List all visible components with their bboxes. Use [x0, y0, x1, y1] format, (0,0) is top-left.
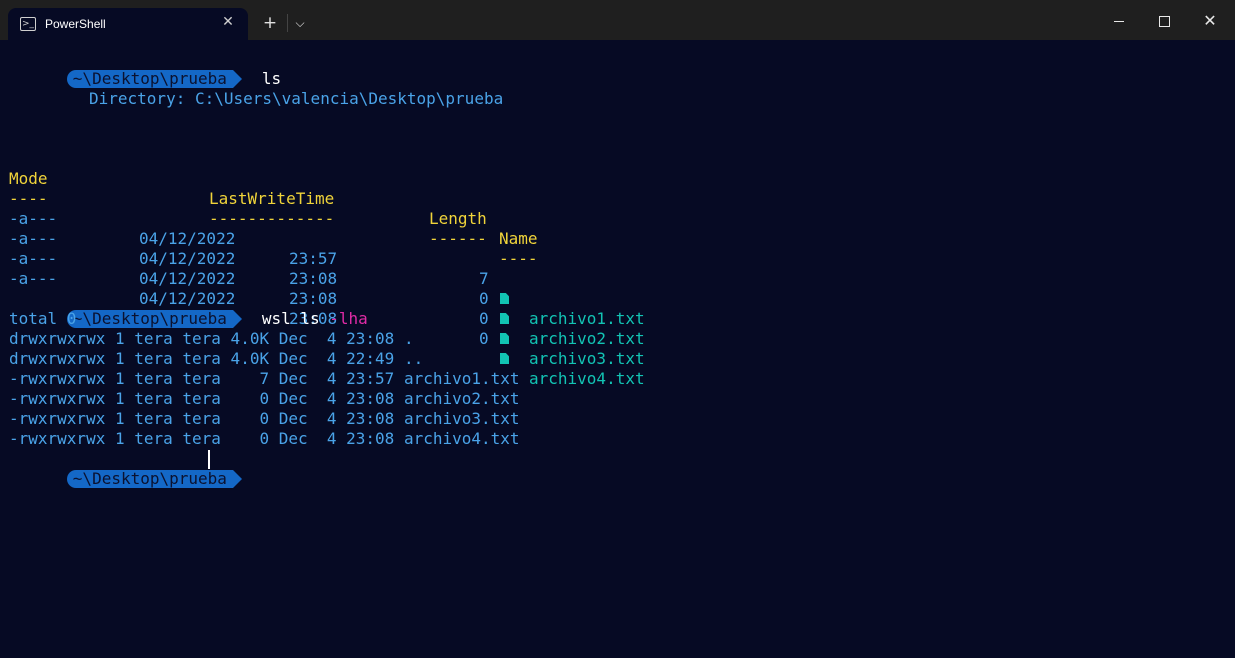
maximize-icon	[1158, 16, 1170, 27]
file-name: archivo3.txt	[529, 349, 645, 368]
terminal-area[interactable]: ~\Desktop\prueba ls Directory: C:\Users\…	[0, 40, 1235, 658]
table-header-underline: ---- ------------- ------ ----	[9, 169, 538, 268]
file-length: 7	[479, 269, 489, 288]
prompt-segment: ~\Desktop\prueba	[66, 310, 243, 328]
file-icon	[500, 289, 509, 309]
file-time: 23:57	[289, 249, 338, 268]
header-length: Length	[429, 209, 487, 228]
file-name: archivo4.txt	[529, 369, 645, 388]
output-line: -rwxrwxrwx 1 tera tera 7 Dec 4 23:57 arc…	[9, 369, 520, 388]
command-flag: -lha	[329, 309, 368, 328]
chevron-down-icon[interactable]: ⌵	[291, 12, 309, 34]
underline-lastwritetime: -------------	[209, 209, 335, 228]
minimize-icon	[1114, 21, 1124, 22]
prompt-line-1: ~\Desktop\prueba ls	[9, 49, 281, 88]
powershell-icon: >_	[20, 17, 36, 31]
new-tab-button[interactable]: +	[259, 12, 281, 34]
directory-line: Directory: C:\Users\valencia\Desktop\pru…	[89, 89, 504, 108]
file-name: archivo1.txt	[529, 309, 645, 328]
header-lastwritetime: LastWriteTime	[209, 189, 335, 208]
file-icon	[500, 309, 509, 329]
file-length: 0	[479, 329, 489, 348]
terminal-window: >_ PowerShell ✕ + ⌵ ✕ ~\Desktop\prueba l…	[0, 0, 1235, 658]
text-cursor	[208, 450, 210, 469]
table-row: -a--- 04/12/2022 23:57 7 archivo1.txt	[9, 189, 645, 328]
file-icon	[500, 329, 509, 349]
file-name: archivo2.txt	[529, 329, 645, 348]
output-line: total 0	[9, 309, 77, 328]
tab-close-icon[interactable]: ✕	[220, 14, 236, 30]
output-line: -rwxrwxrwx 1 tera tera 0 Dec 4 23:08 arc…	[9, 429, 520, 448]
table-row: -a--- 04/12/2022 23:08 0 archivo3.txt	[9, 229, 645, 368]
tab-separator	[287, 14, 288, 32]
table-header: Mode LastWriteTime Length Name	[9, 149, 538, 248]
output-line: drwxrwxrwx 1 tera tera 4.0K Dec 4 23:08 …	[9, 329, 414, 348]
file-date: 04/12/2022	[139, 269, 236, 288]
prompt-segment: ~\Desktop\prueba	[66, 70, 243, 88]
file-mode: -a---	[9, 269, 58, 288]
table-row: -a--- 04/12/2022 23:08 0 archivo4.txt	[9, 249, 645, 388]
file-time: 23:08	[289, 269, 338, 288]
file-icon	[500, 349, 509, 369]
tab-title: PowerShell	[45, 17, 106, 31]
file-date: 04/12/2022	[139, 249, 236, 268]
prompt-line-3: ~\Desktop\prueba	[9, 449, 243, 488]
prompt-segment: ~\Desktop\prueba	[66, 470, 243, 488]
output-line: -rwxrwxrwx 1 tera tera 0 Dec 4 23:08 arc…	[9, 409, 520, 428]
maximize-button[interactable]	[1149, 6, 1179, 36]
output-line: -rwxrwxrwx 1 tera tera 0 Dec 4 23:08 arc…	[9, 389, 520, 408]
file-length: 0	[479, 289, 489, 308]
table-row: -a--- 04/12/2022 23:08 0 archivo2.txt	[9, 209, 645, 348]
command-text: wsl ls	[261, 309, 330, 328]
title-bar: >_ PowerShell ✕ + ⌵ ✕	[0, 0, 1235, 41]
prompt-line-2: ~\Desktop\prueba wsl ls -lha	[9, 289, 368, 328]
file-date: 04/12/2022	[139, 229, 236, 248]
close-window-button[interactable]: ✕	[1195, 6, 1225, 36]
underline-length: ------	[429, 229, 487, 248]
tab-powershell[interactable]: >_ PowerShell ✕	[8, 8, 248, 41]
file-length: 0	[479, 309, 489, 328]
minimize-button[interactable]	[1104, 6, 1134, 36]
command-text: ls	[261, 69, 282, 88]
output-line: drwxrwxrwx 1 tera tera 4.0K Dec 4 22:49 …	[9, 349, 424, 368]
underline-name: ----	[499, 249, 538, 268]
header-name: Name	[499, 229, 538, 248]
